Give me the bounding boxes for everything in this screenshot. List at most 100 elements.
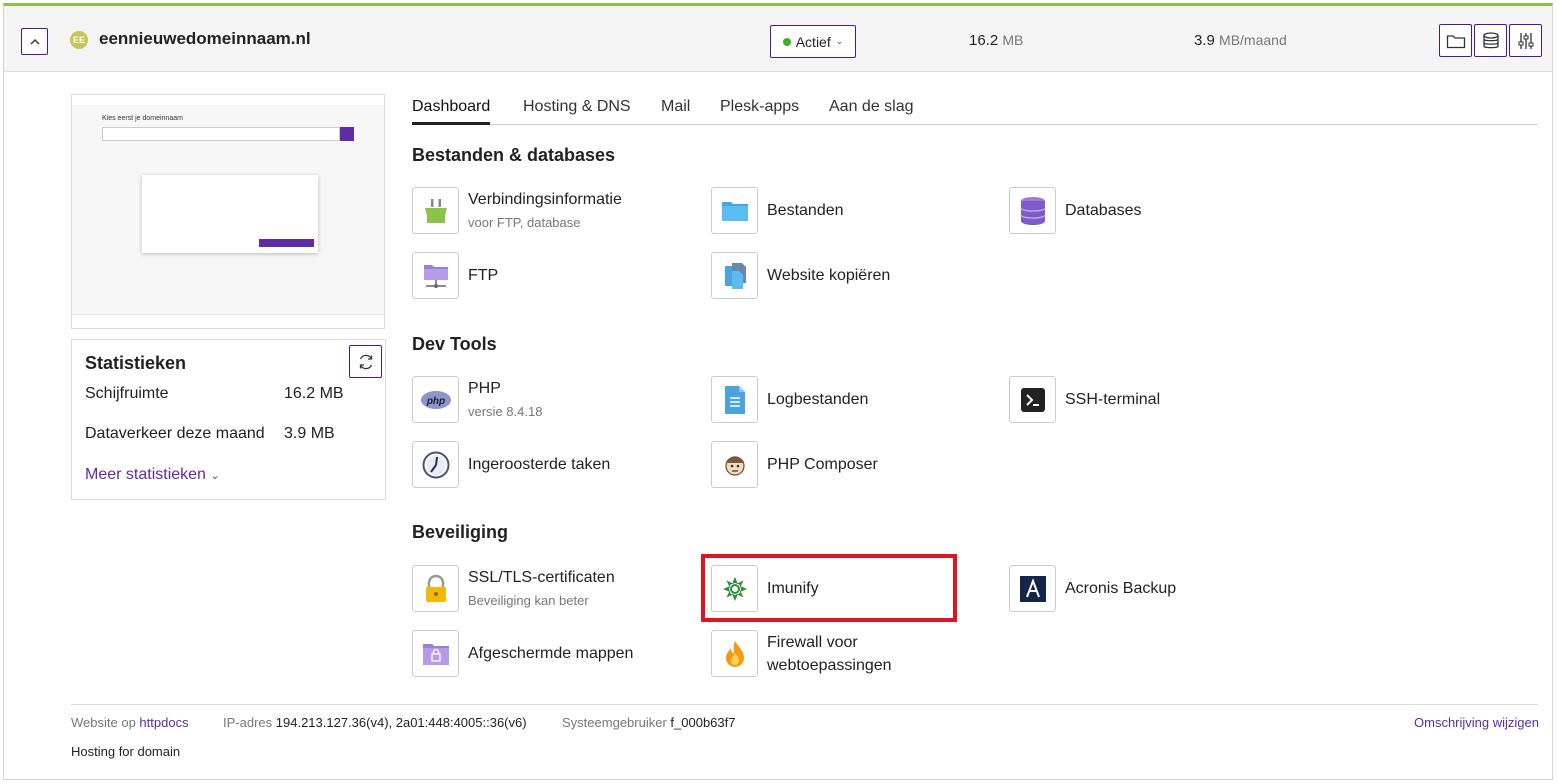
collapse-button[interactable] (21, 28, 48, 55)
tile-subtitle: voor FTP, database (468, 214, 581, 230)
terminal-icon (1009, 376, 1056, 423)
traffic-value: 3.9 (1194, 32, 1215, 49)
section-dev-tools: Dev Tools (412, 334, 497, 354)
chevron-down-icon: ⌄ (835, 36, 844, 46)
tile-acronis-backup-text: Acronis Backup (1065, 577, 1176, 600)
status-dropdown[interactable]: Actief ⌄ (770, 25, 856, 58)
tile-log-files[interactable]: Logbestanden (711, 376, 868, 423)
edit-description-link[interactable]: Omschrijving wijzigen (1414, 715, 1539, 730)
tile-php-composer-text: PHP Composer (767, 453, 878, 476)
tile-ftp[interactable]: FTP (412, 252, 498, 299)
tile-php-text: PHP versie 8.4.18 (468, 377, 542, 423)
file-manager-button[interactable] (1439, 24, 1472, 57)
database-button[interactable] (1474, 24, 1507, 57)
tile-title: Logbestanden (767, 391, 869, 408)
hosting-for-domain: Hosting for domain (71, 744, 181, 759)
tile-scheduled-tasks[interactable]: Ingeroosterde taken (412, 441, 610, 488)
tile-ssl-certificates[interactable]: SSL/TLS-certificaten Beveiliging kan bet… (412, 565, 615, 612)
stats-title: Statistieken (85, 353, 187, 373)
traffic-label: Dataverkeer deze maand (85, 425, 265, 442)
ip-address-label: IP-adres (223, 715, 273, 730)
locked-folder-icon (412, 630, 459, 677)
domain-name[interactable]: eennieuwedomeinnaam.nl (99, 29, 311, 49)
ip-address-info: IP-adres 194.213.127.36(v4), 2a01:448:40… (223, 715, 527, 730)
tile-acronis-backup[interactable]: Acronis Backup (1009, 565, 1176, 612)
site-preview-thumbnail[interactable]: Kies eerst je domeinnaam (71, 94, 385, 329)
tab-getting-started[interactable]: Aan de slag (829, 98, 914, 122)
tile-protected-directories[interactable]: Afgeschermde mappen (412, 630, 633, 677)
tile-title: Ingeroosterde taken (468, 456, 611, 473)
preview-dialog-button (259, 239, 314, 247)
sliders-icon (1518, 32, 1533, 49)
tile-ftp-text: FTP (468, 264, 498, 287)
padlock-icon (412, 565, 459, 612)
tile-databases-text: Databases (1065, 199, 1142, 222)
refresh-icon (359, 354, 372, 369)
tile-title: Acronis Backup (1065, 580, 1177, 597)
flame-icon (711, 630, 758, 677)
httpdocs-link[interactable]: httpdocs (139, 715, 188, 730)
preview-footer (72, 314, 384, 328)
tile-title: Verbindingsinformatie (468, 190, 622, 208)
tile-databases[interactable]: Databases (1009, 187, 1142, 234)
website-root-label: Website op (71, 715, 136, 730)
tile-files[interactable]: Bestanden (711, 187, 844, 234)
tile-title: PHP (468, 379, 501, 397)
header-actions (1439, 24, 1542, 57)
tile-title: Bestanden (767, 202, 844, 219)
domain-panel: EE eennieuwedomeinnaam.nl Actief ⌄ 16.2 … (3, 3, 1553, 780)
refresh-button[interactable] (349, 345, 382, 378)
tile-title: Databases (1065, 202, 1142, 219)
tab-bar: Dashboard Hosting & DNS Mail Plesk-apps … (412, 98, 1538, 125)
system-user-value: f_000b63f7 (670, 715, 736, 730)
php-icon: php (412, 376, 459, 423)
traffic-unit: MB/maand (1219, 32, 1287, 48)
tile-protected-directories-text: Afgeschermde mappen (468, 642, 633, 665)
preview-heading: Kies eerst je domeinnaam (102, 115, 183, 122)
tile-title-line1: Firewall voor (767, 633, 858, 651)
composer-icon (711, 441, 758, 488)
folder-icon (711, 187, 758, 234)
tile-ssh-terminal-text: SSH-terminal (1065, 388, 1160, 411)
section-files-databases: Bestanden & databases (412, 145, 616, 165)
tile-title: Website kopiëren (767, 267, 891, 284)
tile-copy-website[interactable]: Website kopiëren (711, 252, 890, 299)
tile-php-composer[interactable]: PHP Composer (711, 441, 878, 488)
acronis-icon (1009, 565, 1056, 612)
tile-web-app-firewall-text: Firewall voor webtoepassingen (767, 631, 892, 677)
tile-ssl-certificates-text: SSL/TLS-certificaten Beveiliging kan bet… (468, 566, 615, 612)
copy-pages-icon (711, 252, 758, 299)
tile-subtitle: Beveiliging kan beter (468, 592, 589, 608)
disk-usage: 16.2 MB (969, 32, 1023, 49)
tile-web-app-firewall[interactable]: Firewall voor webtoepassingen (711, 630, 892, 677)
folder-icon (1446, 34, 1465, 48)
disk-space-label: Schijfruimte (85, 385, 169, 402)
tab-dashboard[interactable]: Dashboard (412, 98, 491, 125)
chevron-down-icon: ⌄ (210, 470, 220, 482)
tile-title: Afgeschermde mappen (468, 645, 634, 662)
tab-hosting-dns[interactable]: Hosting & DNS (523, 98, 631, 122)
tile-title: SSL/TLS-certificaten (468, 568, 615, 586)
tile-title-line2: webtoepassingen (767, 656, 892, 674)
tile-ssh-terminal[interactable]: SSH-terminal (1009, 376, 1160, 423)
tile-php[interactable]: php PHP versie 8.4.18 (412, 376, 542, 423)
more-stats-label: Meer statistieken (85, 466, 206, 483)
tile-connection-info[interactable]: Verbindingsinformatie voor FTP, database (412, 187, 622, 234)
section-security: Beveiliging (412, 522, 509, 542)
domain-favicon: EE (70, 31, 88, 49)
more-stats-link[interactable]: Meer statistieken ⌄ (85, 466, 220, 484)
disk-space-value: 16.2 MB (284, 385, 344, 402)
ftp-folder-icon (412, 252, 459, 299)
tile-log-files-text: Logbestanden (767, 388, 868, 411)
log-file-icon (711, 376, 758, 423)
settings-button[interactable] (1509, 24, 1542, 57)
domain-header: EE eennieuwedomeinnaam.nl Actief ⌄ 16.2 … (4, 6, 1552, 72)
preview-search-box (102, 127, 340, 141)
tab-mail[interactable]: Mail (661, 98, 690, 122)
status-dot-icon (782, 37, 791, 46)
tab-plesk-apps[interactable]: Plesk-apps (720, 98, 799, 122)
tile-title: SSH-terminal (1065, 391, 1161, 408)
clock-icon (412, 441, 459, 488)
tile-subtitle: versie 8.4.18 (468, 403, 543, 419)
system-user-label: Systeemgebruiker (562, 715, 667, 730)
